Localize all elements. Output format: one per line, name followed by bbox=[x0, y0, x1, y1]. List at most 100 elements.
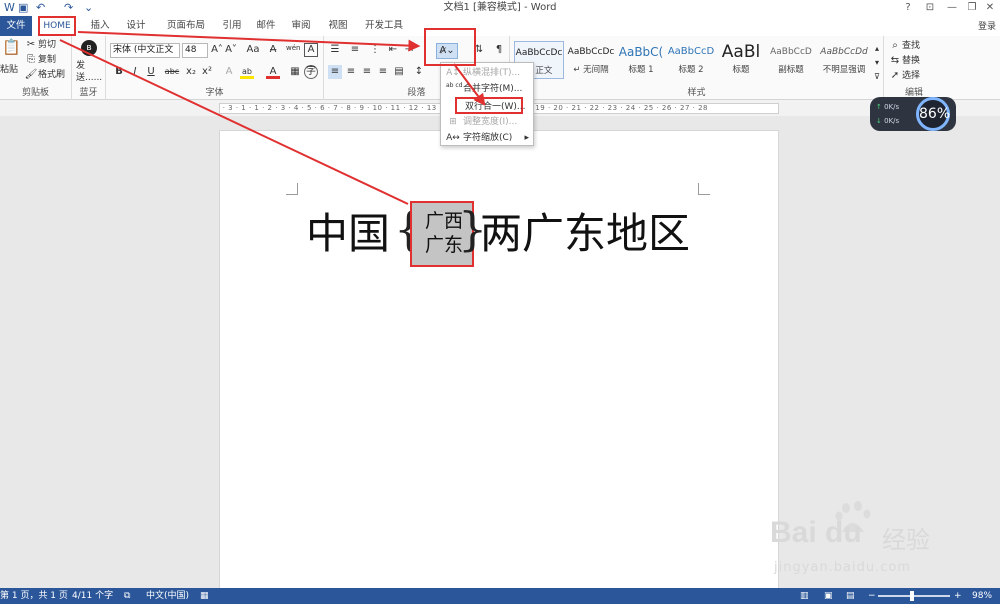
zoom-slider-track[interactable] bbox=[878, 595, 950, 597]
tab-mailings[interactable]: 邮件 bbox=[250, 16, 282, 36]
tab-review[interactable]: 审阅 bbox=[284, 16, 318, 36]
menu-item-two-lines-in-one[interactable]: 双行合一(W)... bbox=[455, 97, 526, 114]
replace-button[interactable]: 替换 bbox=[902, 55, 920, 67]
style-no-spacing[interactable]: AaBbCcDc ↵ 无间隔 bbox=[566, 41, 616, 79]
character-shading-icon[interactable]: ▦ bbox=[288, 65, 302, 79]
style-title[interactable]: AaBl 标题 bbox=[716, 41, 766, 79]
tab-file[interactable]: 文件 bbox=[0, 16, 32, 36]
select-icon[interactable]: ➚ bbox=[888, 69, 902, 83]
macro-icon[interactable]: ▦ bbox=[200, 588, 209, 604]
align-left-icon[interactable]: ≡ bbox=[328, 65, 342, 79]
tab-view[interactable]: 视图 bbox=[322, 16, 354, 36]
zoom-slider-knob[interactable] bbox=[910, 591, 914, 601]
decrease-indent-icon[interactable]: ⇤ bbox=[386, 43, 400, 57]
tab-insert[interactable]: 插入 bbox=[84, 16, 116, 36]
strikethrough-button[interactable]: abc bbox=[164, 65, 180, 79]
paste-button[interactable]: 粘贴 bbox=[0, 64, 18, 76]
network-speed-widget[interactable]: ↑ 0K/s ↓ 0K/s 86% bbox=[870, 97, 956, 131]
language-indicator[interactable]: 中文(中国) bbox=[146, 588, 189, 604]
doc-text-before[interactable]: 中国 bbox=[306, 201, 390, 267]
font-size-combo[interactable]: 48 bbox=[182, 43, 208, 58]
minimize-button[interactable]: — bbox=[942, 1, 962, 15]
menu-item-vertical-in-horizontal[interactable]: A↕ 纵横混排(T)... bbox=[441, 65, 535, 82]
find-icon[interactable]: ⌕ bbox=[888, 39, 902, 53]
select-button[interactable]: 选择 bbox=[902, 70, 920, 82]
font-color-button[interactable]: A bbox=[266, 65, 280, 79]
web-layout-icon[interactable]: ▤ bbox=[846, 588, 855, 604]
menu-item-character-scaling[interactable]: A↔ 字符缩放(C) ▸ bbox=[441, 130, 535, 147]
increase-indent-icon[interactable]: ⇥ bbox=[402, 43, 416, 57]
tab-home[interactable]: HOME bbox=[38, 16, 76, 36]
align-center-icon[interactable]: ≡ bbox=[344, 65, 358, 79]
login-link[interactable]: 登录 bbox=[978, 19, 996, 32]
multilevel-list-icon[interactable]: ⋮ bbox=[368, 43, 382, 57]
change-case-button[interactable]: Aa bbox=[244, 43, 262, 57]
proofing-icon[interactable]: ⧉ bbox=[124, 588, 130, 604]
grow-font-button[interactable]: A˄ bbox=[210, 43, 224, 57]
enclosed-character-icon[interactable]: 字 bbox=[304, 65, 318, 79]
replace-icon[interactable]: ⇆ bbox=[888, 54, 902, 68]
align-right-icon[interactable]: ≡ bbox=[360, 65, 374, 79]
styles-scroll-down-icon[interactable]: ▾ bbox=[872, 56, 882, 70]
styles-more-icon[interactable]: ⊽ bbox=[872, 70, 882, 84]
distributed-icon[interactable]: ▤ bbox=[392, 65, 406, 79]
memory-usage-circle[interactable]: 86% bbox=[916, 97, 950, 131]
styles-scroll-up-icon[interactable]: ▴ bbox=[872, 42, 882, 56]
format-painter-button[interactable]: 格式刷 bbox=[38, 69, 65, 81]
send-button[interactable]: 发送...... bbox=[76, 60, 106, 84]
document-page[interactable]: 中国 { 广西 广东 } 两广东地区 bbox=[219, 130, 779, 592]
justify-icon[interactable]: ≡ bbox=[376, 65, 390, 79]
style-sample: AaBl bbox=[721, 42, 761, 62]
paste-icon[interactable]: 📋 bbox=[2, 40, 21, 60]
close-button[interactable]: ✕ bbox=[980, 1, 1000, 15]
font-name-combo[interactable]: 宋体 (中文正文 bbox=[110, 43, 180, 58]
copy-button[interactable]: 复制 bbox=[38, 54, 56, 66]
underline-button[interactable]: U bbox=[144, 65, 158, 79]
download-speed: ↓ 0K/s bbox=[876, 116, 899, 126]
zoom-in-button[interactable]: + bbox=[954, 588, 962, 604]
line-spacing-icon[interactable]: ↕ bbox=[412, 65, 426, 79]
style-heading-1[interactable]: AaBbC( 标题 1 bbox=[616, 41, 666, 79]
font-group-label: 字体 bbox=[205, 88, 224, 98]
help-button[interactable]: ? bbox=[898, 1, 918, 15]
phonetic-guide-button[interactable]: wén bbox=[286, 41, 300, 55]
bullets-icon[interactable]: ☰ bbox=[328, 43, 342, 57]
zoom-level[interactable]: 98% bbox=[972, 588, 992, 604]
tab-design[interactable]: 设计 bbox=[120, 16, 152, 36]
superscript-button[interactable]: x² bbox=[200, 65, 214, 79]
show-marks-icon[interactable]: ¶ bbox=[492, 43, 506, 57]
character-border-button[interactable]: A bbox=[304, 43, 318, 57]
italic-button[interactable]: I bbox=[128, 65, 142, 79]
find-button[interactable]: 查找 bbox=[902, 40, 920, 52]
ribbon-display-options-icon[interactable]: ⊡ bbox=[920, 1, 940, 15]
restore-button[interactable]: ❐ bbox=[962, 1, 982, 15]
text-effects-icon[interactable]: A bbox=[222, 65, 236, 79]
style-heading-2[interactable]: AaBbCcD 标题 2 bbox=[666, 41, 716, 79]
shrink-font-button[interactable]: A˅ bbox=[224, 43, 238, 57]
style-subtitle[interactable]: AaBbCcD 副标题 bbox=[766, 41, 816, 79]
menu-item-combine-characters[interactable]: ab cd 合并字符(M)... bbox=[441, 81, 535, 98]
tab-references[interactable]: 引用 bbox=[216, 16, 248, 36]
menu-item-fit-text[interactable]: ⊞ 调整宽度(I)... bbox=[441, 114, 535, 131]
doc-text-after[interactable]: 两广东地区 bbox=[480, 201, 690, 267]
highlight-button[interactable]: ab bbox=[240, 65, 254, 79]
page-count[interactable]: 第 1 页，共 1 页 bbox=[0, 588, 68, 604]
tab-page-layout[interactable]: 页面布局 bbox=[158, 16, 214, 36]
styles-group: AaBbCcDc ↵ 正文 AaBbCcDc ↵ 无间隔 AaBbC( 标题 1… bbox=[510, 36, 884, 100]
tab-developer[interactable]: 开发工具 bbox=[360, 16, 408, 36]
zoom-out-button[interactable]: − bbox=[868, 588, 876, 604]
read-mode-icon[interactable]: ▥ bbox=[800, 588, 809, 604]
style-sample: AaBbCcD bbox=[667, 46, 715, 57]
bluetooth-icon[interactable]: ʙ bbox=[81, 40, 97, 56]
print-layout-icon[interactable]: ▣ bbox=[824, 588, 833, 604]
cut-icon[interactable]: ✂ bbox=[24, 38, 38, 52]
format-painter-icon[interactable]: 🖌 bbox=[24, 68, 38, 82]
copy-icon[interactable]: ⎘ bbox=[24, 53, 38, 67]
cut-button[interactable]: 剪切 bbox=[38, 39, 56, 51]
style-subtle-emphasis[interactable]: AaBbCcDd 不明显强调 bbox=[816, 41, 872, 79]
word-count[interactable]: 4/11 个字 bbox=[72, 588, 113, 604]
bold-button[interactable]: B bbox=[112, 65, 126, 79]
numbering-icon[interactable]: ≡ bbox=[348, 43, 362, 57]
clear-format-button[interactable]: A̶ bbox=[266, 43, 280, 57]
subscript-button[interactable]: x₂ bbox=[184, 65, 198, 79]
